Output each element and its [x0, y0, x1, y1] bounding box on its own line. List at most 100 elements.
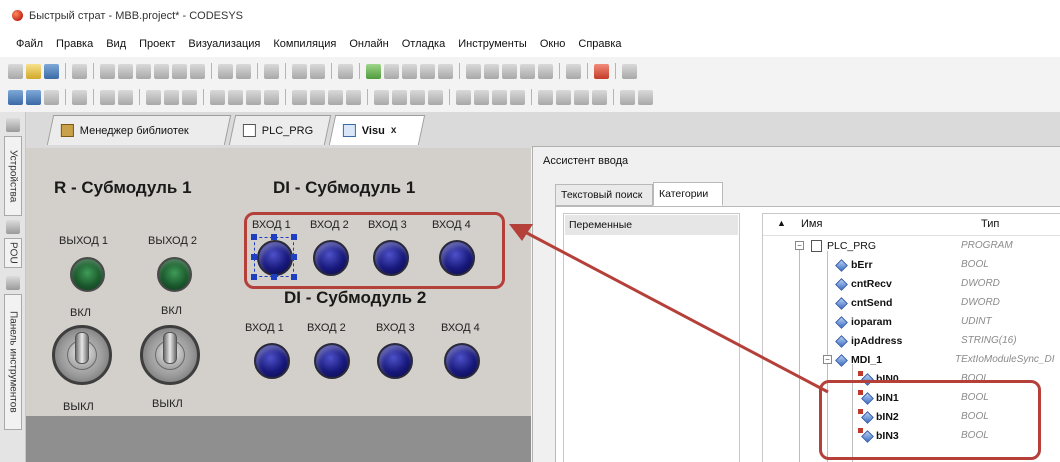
- menu-online[interactable]: Онлайн: [349, 38, 388, 50]
- menu-project[interactable]: Проект: [139, 38, 175, 50]
- align-top-icon[interactable]: [210, 89, 225, 105]
- switch-2[interactable]: [140, 325, 200, 385]
- menu-edit[interactable]: Правка: [56, 38, 93, 50]
- align-bottom-icon[interactable]: [246, 89, 261, 105]
- tree-row-cntsend[interactable]: cntSend DWORD: [763, 294, 1060, 313]
- di2-input-1-lamp[interactable]: [254, 343, 290, 379]
- step-into-icon[interactable]: [484, 63, 499, 79]
- vspacing-remove-icon[interactable]: [428, 89, 443, 105]
- tab-plc-prg[interactable]: PLC_PRG: [228, 115, 332, 145]
- run-icon[interactable]: [402, 63, 417, 79]
- tree-row-cntrecv[interactable]: cntRecv DWORD: [763, 275, 1060, 294]
- category-variables[interactable]: Переменные: [565, 215, 738, 235]
- align-left-icon[interactable]: [146, 89, 161, 105]
- spacing-decrease-icon[interactable]: [328, 89, 343, 105]
- align-center-icon[interactable]: [164, 89, 179, 105]
- tree-row-ioparam[interactable]: ioparam UDINT: [763, 313, 1060, 332]
- pou-panel-tab[interactable]: POU: [4, 238, 22, 268]
- tab-text-search[interactable]: Текстовый поиск: [555, 184, 653, 206]
- tree-row-berr[interactable]: bErr BOOL: [763, 256, 1060, 275]
- distribute-vertical-icon[interactable]: [374, 89, 389, 105]
- menu-help[interactable]: Справка: [578, 38, 621, 50]
- build-icon[interactable]: [338, 63, 353, 79]
- menu-visualization[interactable]: Визуализация: [188, 38, 260, 50]
- step-over-icon[interactable]: [466, 63, 481, 79]
- menu-debug[interactable]: Отладка: [402, 38, 445, 50]
- replace-icon[interactable]: [236, 63, 251, 79]
- visu-table-icon[interactable]: [44, 89, 59, 105]
- distribute-horizontal-icon[interactable]: [292, 89, 307, 105]
- menu-window[interactable]: Окно: [540, 38, 566, 50]
- vspacing-increase-icon[interactable]: [392, 89, 407, 105]
- breakpoint-icon[interactable]: [538, 63, 553, 79]
- menu-build[interactable]: Компиляция: [273, 38, 336, 50]
- ungroup-icon[interactable]: [118, 89, 133, 105]
- new-file-icon[interactable]: [8, 63, 23, 79]
- collapse-icon[interactable]: −: [823, 355, 832, 364]
- di2-input-4-lamp[interactable]: [444, 343, 480, 379]
- customize-toolbar-icon[interactable]: [622, 63, 637, 79]
- keyboard-usage-icon[interactable]: [638, 89, 653, 105]
- close-icon[interactable]: x: [391, 125, 397, 136]
- sort-up-icon[interactable]: ▲: [777, 218, 786, 228]
- same-size-both-icon[interactable]: [492, 89, 507, 105]
- send-backward-icon[interactable]: [592, 89, 607, 105]
- group-icon[interactable]: [100, 89, 115, 105]
- send-to-back-icon[interactable]: [556, 89, 571, 105]
- add-object-icon[interactable]: [292, 63, 307, 79]
- devices-panel-tab[interactable]: Устройства: [4, 136, 22, 216]
- run-to-cursor-icon[interactable]: [520, 63, 535, 79]
- vspacing-decrease-icon[interactable]: [410, 89, 425, 105]
- delete-icon[interactable]: [190, 63, 205, 79]
- add-object-dropdown-icon[interactable]: [310, 63, 325, 79]
- same-height-icon[interactable]: [474, 89, 489, 105]
- step-out-icon[interactable]: [502, 63, 517, 79]
- align-middle-icon[interactable]: [228, 89, 243, 105]
- tree-row-ipaddress[interactable]: ipAddress STRING(16): [763, 332, 1060, 351]
- background-icon[interactable]: [620, 89, 635, 105]
- redo-icon[interactable]: [118, 63, 133, 79]
- stop-icon[interactable]: [420, 63, 435, 79]
- collapse-icon[interactable]: −: [795, 241, 804, 250]
- same-size-icon[interactable]: [264, 89, 279, 105]
- tab-library-manager[interactable]: Менеджер библиотек: [46, 115, 232, 145]
- copy-icon[interactable]: [154, 63, 169, 79]
- login-icon[interactable]: [366, 63, 381, 79]
- column-type-header[interactable]: Тип: [981, 218, 999, 230]
- column-name-header[interactable]: Имя: [801, 218, 822, 230]
- cut-icon[interactable]: [136, 63, 151, 79]
- toolbox-panel-tab[interactable]: Панель инструментов: [4, 294, 22, 430]
- select-all-icon[interactable]: [264, 63, 279, 79]
- menu-view[interactable]: Вид: [106, 38, 126, 50]
- same-width-icon[interactable]: [456, 89, 471, 105]
- align-right-icon[interactable]: [182, 89, 197, 105]
- tab-visu[interactable]: Visu x: [328, 115, 426, 145]
- write-values-icon[interactable]: [566, 63, 581, 79]
- paste-icon[interactable]: [172, 63, 187, 79]
- output-2-lamp[interactable]: [157, 257, 192, 292]
- menu-file[interactable]: Файл: [16, 38, 43, 50]
- undo-icon[interactable]: [100, 63, 115, 79]
- di2-input-3-lamp[interactable]: [377, 343, 413, 379]
- spacing-remove-icon[interactable]: [346, 89, 361, 105]
- tree-row-mdi-1[interactable]: − MDI_1 TExtIoModuleSync_DI: [763, 351, 1060, 370]
- bring-forward-icon[interactable]: [574, 89, 589, 105]
- open-folder-icon[interactable]: [26, 63, 41, 79]
- logout-icon[interactable]: [384, 63, 399, 79]
- find-icon[interactable]: [218, 63, 233, 79]
- grid-snap-icon[interactable]: [510, 89, 525, 105]
- menu-tools[interactable]: Инструменты: [458, 38, 527, 50]
- tree-row-plc-prg[interactable]: − PLC_PRG PROGRAM: [763, 237, 1060, 256]
- pin-icon[interactable]: [6, 118, 20, 132]
- bring-to-front-icon[interactable]: [538, 89, 553, 105]
- save-icon[interactable]: [44, 63, 59, 79]
- switch-1[interactable]: [52, 325, 112, 385]
- reset-icon[interactable]: [438, 63, 453, 79]
- visu-element-list-icon[interactable]: [8, 89, 23, 105]
- output-1-lamp[interactable]: [70, 257, 105, 292]
- tab-categories[interactable]: Категории: [653, 182, 723, 206]
- di2-input-2-lamp[interactable]: [314, 343, 350, 379]
- visu-canvas[interactable]: R - Субмодуль 1 DI - Субмодуль 1 ВЫХОД 1…: [26, 148, 531, 462]
- visu-interface-icon[interactable]: [26, 89, 41, 105]
- force-values-icon[interactable]: [594, 63, 609, 79]
